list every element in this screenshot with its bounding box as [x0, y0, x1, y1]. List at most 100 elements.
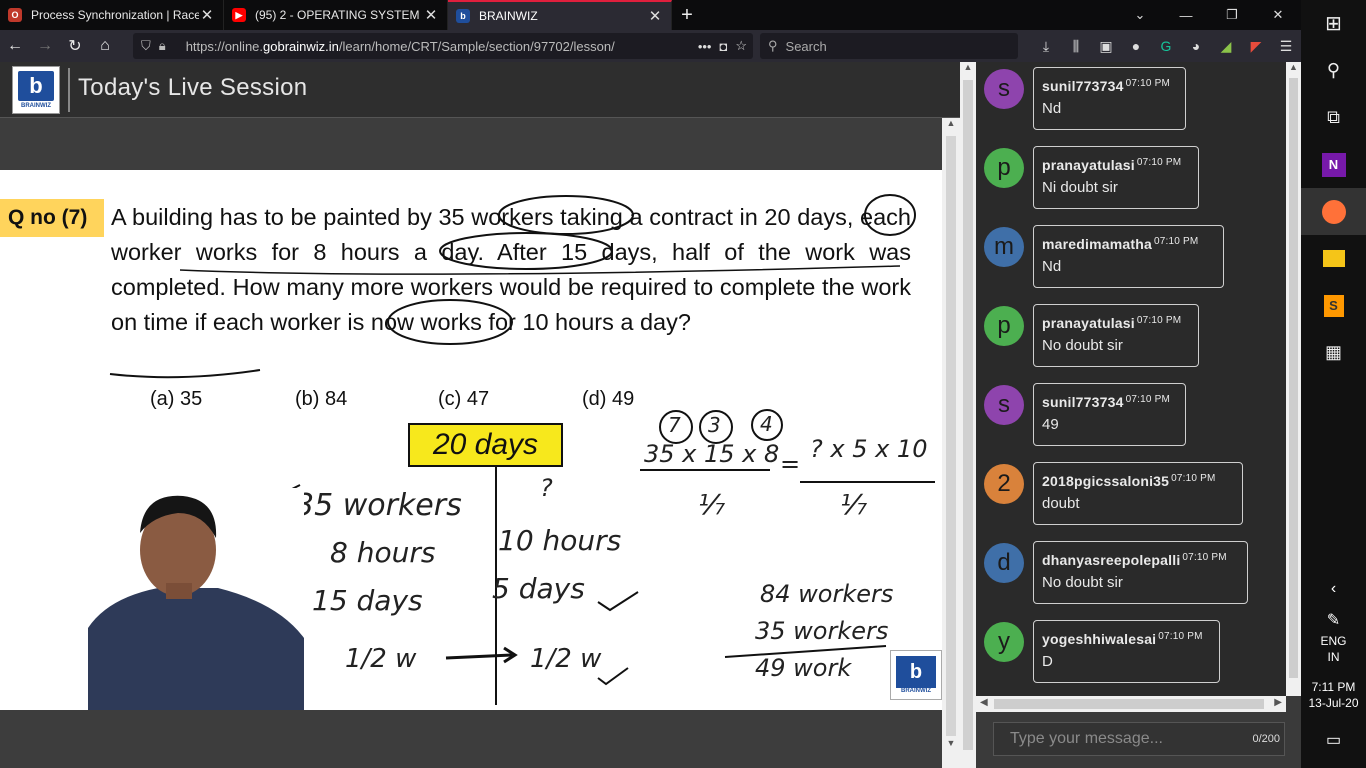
- reload-button[interactable]: ↻: [60, 32, 90, 60]
- close-icon[interactable]: ✕: [199, 6, 215, 24]
- search-bar[interactable]: ⚲ Search: [760, 33, 1018, 59]
- page-scrollbar[interactable]: ▲: [960, 62, 976, 768]
- tab-title: Process Synchronization | Race: [31, 8, 199, 22]
- chat-message: p pranayatulasi 07:10 PM Ni doubt sir: [984, 146, 1214, 210]
- pen-icon[interactable]: ✎: [1301, 610, 1366, 630]
- note-left-hours: 8 hours: [330, 536, 436, 569]
- scroll-thumb[interactable]: [994, 699, 1264, 709]
- youtube-icon: ▶: [232, 8, 246, 22]
- close-icon[interactable]: ✕: [423, 6, 439, 24]
- account-icon[interactable]: ●: [1124, 34, 1148, 58]
- avatar: s: [984, 385, 1024, 425]
- message-time: 07:10 PM: [1125, 78, 1170, 89]
- bookmark-star-icon[interactable]: ☆: [735, 38, 747, 54]
- avatar: d: [984, 543, 1024, 583]
- menu-icon[interactable]: ☰: [1274, 34, 1298, 58]
- chat-message: m maredimamatha 07:10 PM Nd: [984, 225, 1234, 289]
- download-icon[interactable]: ⤓: [1034, 34, 1058, 58]
- result-84: 84 workers: [760, 580, 894, 608]
- calc-numerator-left: 35 x 15 x 8: [644, 440, 780, 468]
- restore-button[interactable]: ❐: [1209, 0, 1255, 30]
- username: pranayatulasi: [1042, 315, 1135, 331]
- scroll-left-arrow[interactable]: ◀: [980, 697, 988, 708]
- pocket-icon[interactable]: ◘: [719, 39, 727, 54]
- chat-message-input[interactable]: Type your message... 0/200: [993, 722, 1285, 756]
- chat-scrollbar[interactable]: ▲: [1286, 62, 1301, 696]
- library-icon[interactable]: ⫼: [1064, 34, 1088, 58]
- calc-circle-7: 7: [668, 413, 681, 437]
- teacher-video: [88, 488, 304, 710]
- scroll-down-arrow[interactable]: ▼: [942, 738, 960, 754]
- message-text: D: [1042, 653, 1053, 670]
- tab-list-icon[interactable]: ⌄: [1117, 0, 1163, 30]
- clock-date[interactable]: 13-Jul-20: [1301, 696, 1366, 710]
- calculator-icon[interactable]: ▦: [1301, 329, 1366, 376]
- scroll-up-arrow[interactable]: ▲: [942, 118, 960, 134]
- minimize-button[interactable]: —: [1163, 0, 1209, 30]
- url-path: /learn/home/CRT/Sample/section/97702/les…: [338, 38, 615, 54]
- tab-process-sync[interactable]: O Process Synchronization | Race ✕: [0, 0, 224, 30]
- language-bottom[interactable]: IN: [1301, 650, 1366, 664]
- chat-horizontal-scrollbar[interactable]: ◀ ▶: [976, 696, 1286, 712]
- scroll-right-arrow[interactable]: ▶: [1274, 697, 1282, 708]
- video-top-bar: [0, 118, 942, 170]
- chat-panel: s sunil773734 07:10 PM Nd p pranayatulasi…: [976, 62, 1286, 696]
- tab-youtube[interactable]: ▶ (95) 2 - OPERATING SYSTEM OS ✕: [224, 0, 448, 30]
- tab-brainwiz[interactable]: b BRAINWIZ ✕: [448, 0, 672, 30]
- more-actions-icon[interactable]: •••: [698, 39, 712, 54]
- file-explorer-icon[interactable]: [1301, 235, 1366, 282]
- notifications-icon[interactable]: ▭: [1301, 730, 1366, 750]
- calc-denominator-right: ⅐: [840, 488, 868, 521]
- chat-message: y yogeshhiwalesai 07:10 PM D: [984, 620, 1234, 684]
- extension-chart-icon[interactable]: ◢: [1214, 34, 1238, 58]
- tray-expand-icon[interactable]: ‹: [1301, 580, 1366, 598]
- shield-icon[interactable]: ⛉: [141, 38, 151, 54]
- scroll-thumb[interactable]: [963, 80, 973, 750]
- url-prefix: https://online.: [185, 38, 264, 54]
- brainwiz-logo[interactable]: b BRAINWIZ: [12, 66, 60, 114]
- message-time: 07:10 PM: [1125, 394, 1170, 405]
- firefox-icon[interactable]: [1301, 188, 1366, 235]
- close-window-button[interactable]: ✕: [1255, 0, 1301, 30]
- clock-time[interactable]: 7:11 PM: [1301, 680, 1366, 694]
- onenote-icon[interactable]: N: [1301, 141, 1366, 188]
- sublime-text-icon[interactable]: S: [1301, 282, 1366, 329]
- reader-view-icon[interactable]: ▣: [1094, 34, 1118, 58]
- avatar: p: [984, 306, 1024, 346]
- scroll-up-arrow[interactable]: ▲: [1286, 62, 1301, 76]
- new-tab-button[interactable]: +: [672, 0, 702, 30]
- calc-equals: =: [780, 450, 801, 478]
- home-button[interactable]: ⌂: [90, 32, 120, 60]
- lock-icon[interactable]: 🔒︎: [159, 38, 166, 54]
- char-counter: 0/200: [1252, 733, 1280, 745]
- note-right-days: 5 days: [492, 572, 585, 605]
- back-button[interactable]: ←: [0, 32, 30, 60]
- extension-mask-icon[interactable]: ◕: [1184, 34, 1208, 58]
- scroll-thumb[interactable]: [946, 136, 956, 736]
- username: maredimamatha: [1042, 236, 1152, 252]
- windows-start-icon[interactable]: ⊞: [1301, 0, 1366, 47]
- video-player[interactable]: Q no (7) A building has to be painted by…: [0, 170, 942, 710]
- avatar: y: [984, 622, 1024, 662]
- message-text: Nd: [1042, 258, 1062, 275]
- task-view-icon[interactable]: ⧉: [1301, 94, 1366, 141]
- scroll-up-arrow[interactable]: ▲: [960, 62, 976, 78]
- forward-button[interactable]: →: [30, 32, 60, 60]
- toolbar-icons: ⤓ ⫼ ▣ ● G ◕ ◢ ◤ ☰: [1034, 30, 1298, 62]
- language-top[interactable]: ENG: [1301, 634, 1366, 648]
- chat-message: s sunil773734 07:10 PM 49: [984, 383, 1199, 447]
- tab-title: (95) 2 - OPERATING SYSTEM OS: [255, 8, 423, 22]
- result-35: 35 workers: [755, 617, 889, 645]
- chat-message: s sunil773734 07:10 PM Nd: [984, 67, 1199, 131]
- close-icon[interactable]: ✕: [647, 7, 663, 25]
- grammarly-icon[interactable]: G: [1154, 34, 1178, 58]
- result-49: 49 work: [755, 654, 852, 682]
- video-scrollbar[interactable]: ▲ ▼: [942, 118, 960, 768]
- search-icon[interactable]: ⚲: [1301, 47, 1366, 94]
- site-header: b BRAINWIZ Today's Live Session: [0, 62, 960, 118]
- message-time: 07:10 PM: [1182, 552, 1227, 563]
- extension-arrow-icon[interactable]: ◤: [1244, 34, 1268, 58]
- scroll-thumb[interactable]: [1289, 78, 1298, 678]
- video-bottom-bar: [0, 710, 942, 768]
- url-bar[interactable]: ⛉ 🔒︎ https://online. gobrainwiz.in/learn/…: [133, 33, 753, 59]
